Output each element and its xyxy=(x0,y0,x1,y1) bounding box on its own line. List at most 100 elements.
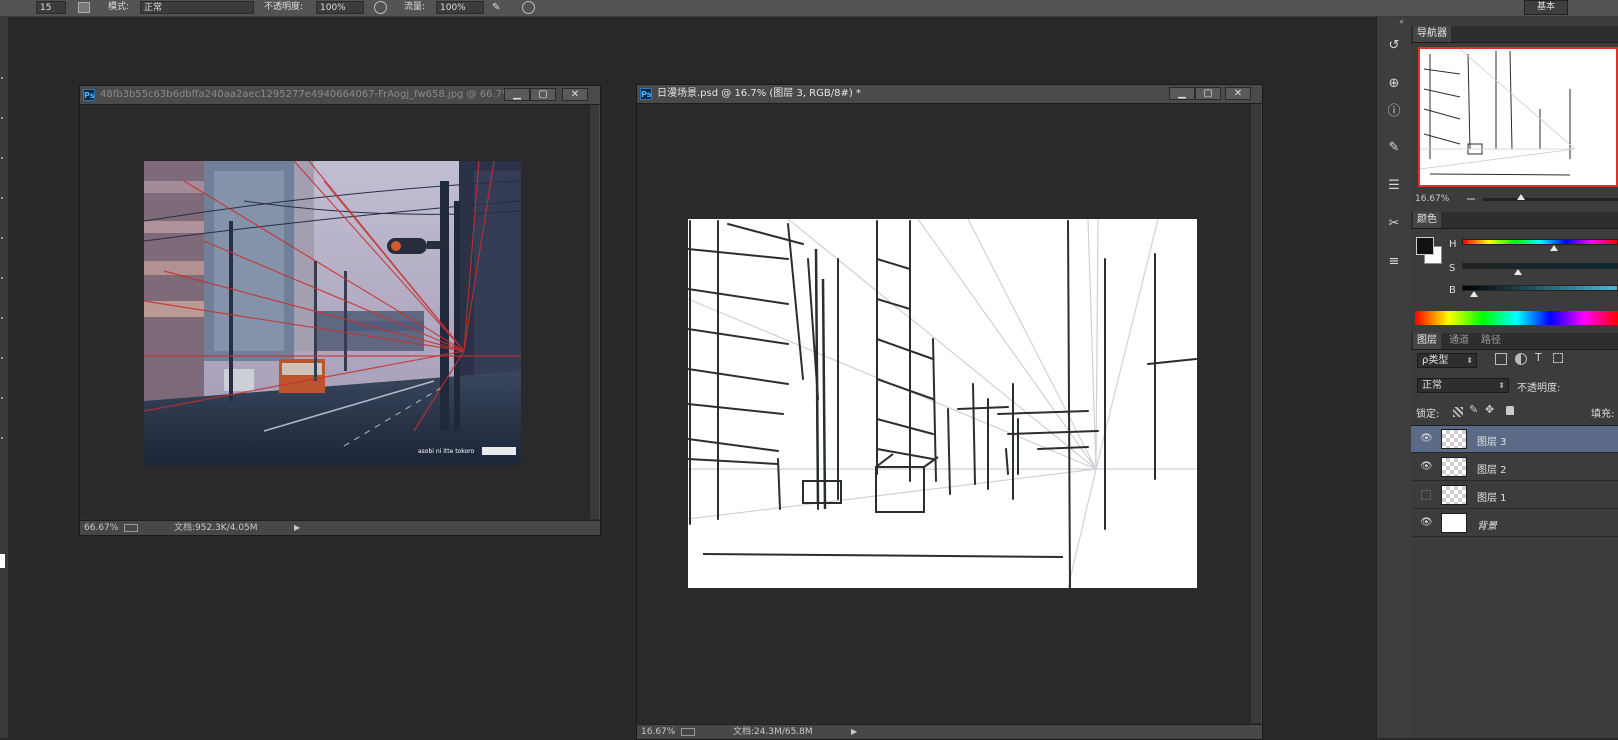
layer-thumbnail xyxy=(1441,513,1467,533)
flow-label: 流量: xyxy=(404,2,426,12)
navigator-zoom-value[interactable]: 16.67% xyxy=(1415,194,1449,204)
history-icon[interactable]: ↺ xyxy=(1385,37,1403,55)
main-window-title: 日漫场景.psd @ 16.7% (图层 3, RGB/8#) * xyxy=(657,88,861,99)
adjustments-icon[interactable]: ≡ xyxy=(1385,253,1403,271)
tab-layers[interactable]: 图层 xyxy=(1413,333,1441,349)
opacity-label: 不透明度: xyxy=(264,2,304,12)
reference-vertical-scrollbar[interactable] xyxy=(590,105,599,519)
reference-document-window[interactable]: Ps 48fb3b55c63b6dbffa240aa2aec1295277e49… xyxy=(79,85,601,536)
brush-preset-icon[interactable] xyxy=(78,2,90,13)
layer-thumbnail xyxy=(1441,429,1467,449)
lock-position-icon[interactable]: ✥ xyxy=(1485,403,1494,416)
color-ramp[interactable] xyxy=(1415,311,1618,325)
foreground-swatch[interactable] xyxy=(1416,237,1434,255)
tab-channels[interactable]: 通道 xyxy=(1445,333,1473,349)
close-button[interactable]: ✕ xyxy=(1225,87,1251,100)
blend-mode-select[interactable]: 正常 xyxy=(1417,378,1509,393)
pressure-size-icon[interactable] xyxy=(522,1,535,14)
tool-presets-icon[interactable]: ⊕ xyxy=(1385,75,1403,93)
reference-window-title: 48fb3b55c63b6dbffa240aa2aec1295277e49406… xyxy=(100,89,510,100)
maximize-button[interactable]: ▢ xyxy=(530,88,556,101)
sketch-canvas[interactable] xyxy=(688,219,1197,588)
minimize-button[interactable]: ▁ xyxy=(1169,87,1195,100)
lock-label: 锁定: xyxy=(1416,409,1440,420)
filter-type-icon[interactable]: T xyxy=(1535,351,1542,364)
tools-cross-icon[interactable]: ✂ xyxy=(1385,215,1403,233)
brush-icon[interactable]: ✎ xyxy=(1385,139,1403,157)
tab-paths[interactable]: 路径 xyxy=(1477,333,1505,349)
navigator-tabs: 导航器 xyxy=(1411,26,1618,43)
navigator-preview[interactable] xyxy=(1418,47,1618,187)
collapse-arrows-icon[interactable]: « xyxy=(1399,17,1404,26)
tools-panel-edge xyxy=(0,17,8,738)
brightness-slider[interactable] xyxy=(1462,285,1618,291)
collapsed-panels-strip: « ↺ ⊕ ⓘ ✎ ☰ ✂ ≡ xyxy=(1376,17,1412,738)
ps-file-icon: Ps xyxy=(640,88,652,100)
mode-select[interactable]: 正常 xyxy=(140,1,254,14)
layer-name[interactable]: 图层 2 xyxy=(1477,461,1507,476)
photo-watermark: asobi ni itte tokoro xyxy=(418,448,474,455)
maximize-button[interactable]: ▢ xyxy=(1195,87,1221,100)
pressure-opacity-icon[interactable] xyxy=(374,1,387,14)
status-view-icon xyxy=(681,728,695,736)
lock-all-icon[interactable] xyxy=(1506,406,1514,415)
reference-photo: asobi ni itte tokoro xyxy=(144,161,521,465)
main-canvas-area[interactable] xyxy=(637,104,1251,723)
layer-name[interactable]: 图层 3 xyxy=(1477,433,1507,448)
visibility-eye-icon[interactable]: 👁 xyxy=(1420,462,1433,472)
main-document-window[interactable]: Ps 日漫场景.psd @ 16.7% (图层 3, RGB/8#) * ▁ ▢… xyxy=(636,84,1263,740)
info-icon[interactable]: ⓘ xyxy=(1385,103,1403,121)
foreground-color-swatch[interactable] xyxy=(0,554,5,568)
right-panels: 导航器 16.67% 颜色 H S B 图层 通道 路径 ρ类型 ⬍ T 正常 … xyxy=(1411,17,1618,738)
reference-doc-size: 文档:952.3K/4.05M xyxy=(174,523,258,533)
color-tabs: 颜色 xyxy=(1411,212,1618,229)
main-window-titlebar[interactable]: Ps 日漫场景.psd @ 16.7% (图层 3, RGB/8#) * ▁ ▢… xyxy=(637,85,1262,104)
layer-filter-select[interactable]: ρ类型 xyxy=(1417,353,1477,368)
hue-thumb[interactable] xyxy=(1550,245,1559,251)
lock-pixels-icon[interactable]: ✎ xyxy=(1469,403,1478,416)
b-label: B xyxy=(1449,285,1456,296)
filter-adjustment-icon[interactable] xyxy=(1515,353,1527,365)
filter-pixel-icon[interactable] xyxy=(1495,353,1507,365)
options-bar: 15 模式: 正常 不透明度: 100% 流量: 100% ✎ 基本 xyxy=(0,0,1618,17)
layer-row-2[interactable]: 👁 图层 2 xyxy=(1411,454,1618,481)
lock-transparency-icon[interactable] xyxy=(1453,407,1463,417)
mode-label: 模式: xyxy=(108,2,130,12)
flow-field[interactable]: 100% xyxy=(436,1,484,14)
airbrush-icon[interactable]: ✎ xyxy=(492,1,505,14)
reference-zoom-value[interactable]: 66.67% xyxy=(84,521,118,535)
paragraph-icon[interactable]: ☰ xyxy=(1385,177,1403,195)
filter-shape-icon[interactable] xyxy=(1553,353,1563,363)
hue-slider[interactable] xyxy=(1462,239,1618,245)
reference-canvas-area[interactable]: asobi ni itte tokoro xyxy=(80,105,590,519)
main-zoom-value[interactable]: 16.67% xyxy=(641,725,675,739)
navigator-zoom-slider[interactable] xyxy=(1483,198,1618,201)
layer-thumbnail xyxy=(1441,485,1467,505)
opacity-field[interactable]: 100% xyxy=(316,1,364,14)
brightness-thumb[interactable] xyxy=(1470,291,1479,297)
reference-window-titlebar[interactable]: Ps 48fb3b55c63b6dbffa240aa2aec1295277e49… xyxy=(80,86,600,105)
tab-navigator[interactable]: 导航器 xyxy=(1413,26,1451,42)
tab-color[interactable]: 颜色 xyxy=(1413,212,1441,228)
visibility-eye-icon[interactable]: 👁 xyxy=(1420,434,1433,444)
workspace-button[interactable]: 基本 xyxy=(1524,0,1568,15)
layers-tabs: 图层 通道 路径 xyxy=(1411,333,1618,350)
saturation-thumb[interactable] xyxy=(1514,269,1523,275)
layer-name[interactable]: 图层 1 xyxy=(1477,489,1507,504)
main-vertical-scrollbar[interactable] xyxy=(1251,104,1261,723)
visibility-eye-icon[interactable]: 👁 xyxy=(1420,518,1433,528)
layer-row-1[interactable]: 图层 1 xyxy=(1411,482,1618,509)
navigator-zoom-thumb[interactable] xyxy=(1517,194,1525,200)
close-button[interactable]: ✕ xyxy=(562,88,588,101)
layer-name[interactable]: 背景 xyxy=(1477,517,1497,532)
layer-row-background[interactable]: 👁 背景 xyxy=(1411,510,1618,537)
minimize-button[interactable]: ▁ xyxy=(504,88,530,101)
status-menu-arrow-icon[interactable]: ▶ xyxy=(851,725,857,739)
saturation-slider[interactable] xyxy=(1462,263,1618,269)
layer-row-3[interactable]: 👁 图层 3 xyxy=(1411,426,1618,453)
status-menu-arrow-icon[interactable]: ▶ xyxy=(294,521,300,535)
visibility-off-box[interactable] xyxy=(1421,490,1431,500)
zoom-out-icon[interactable] xyxy=(1467,198,1475,200)
navigator-thumbnail xyxy=(1419,48,1576,176)
brush-size-field[interactable]: 15 xyxy=(36,1,66,14)
